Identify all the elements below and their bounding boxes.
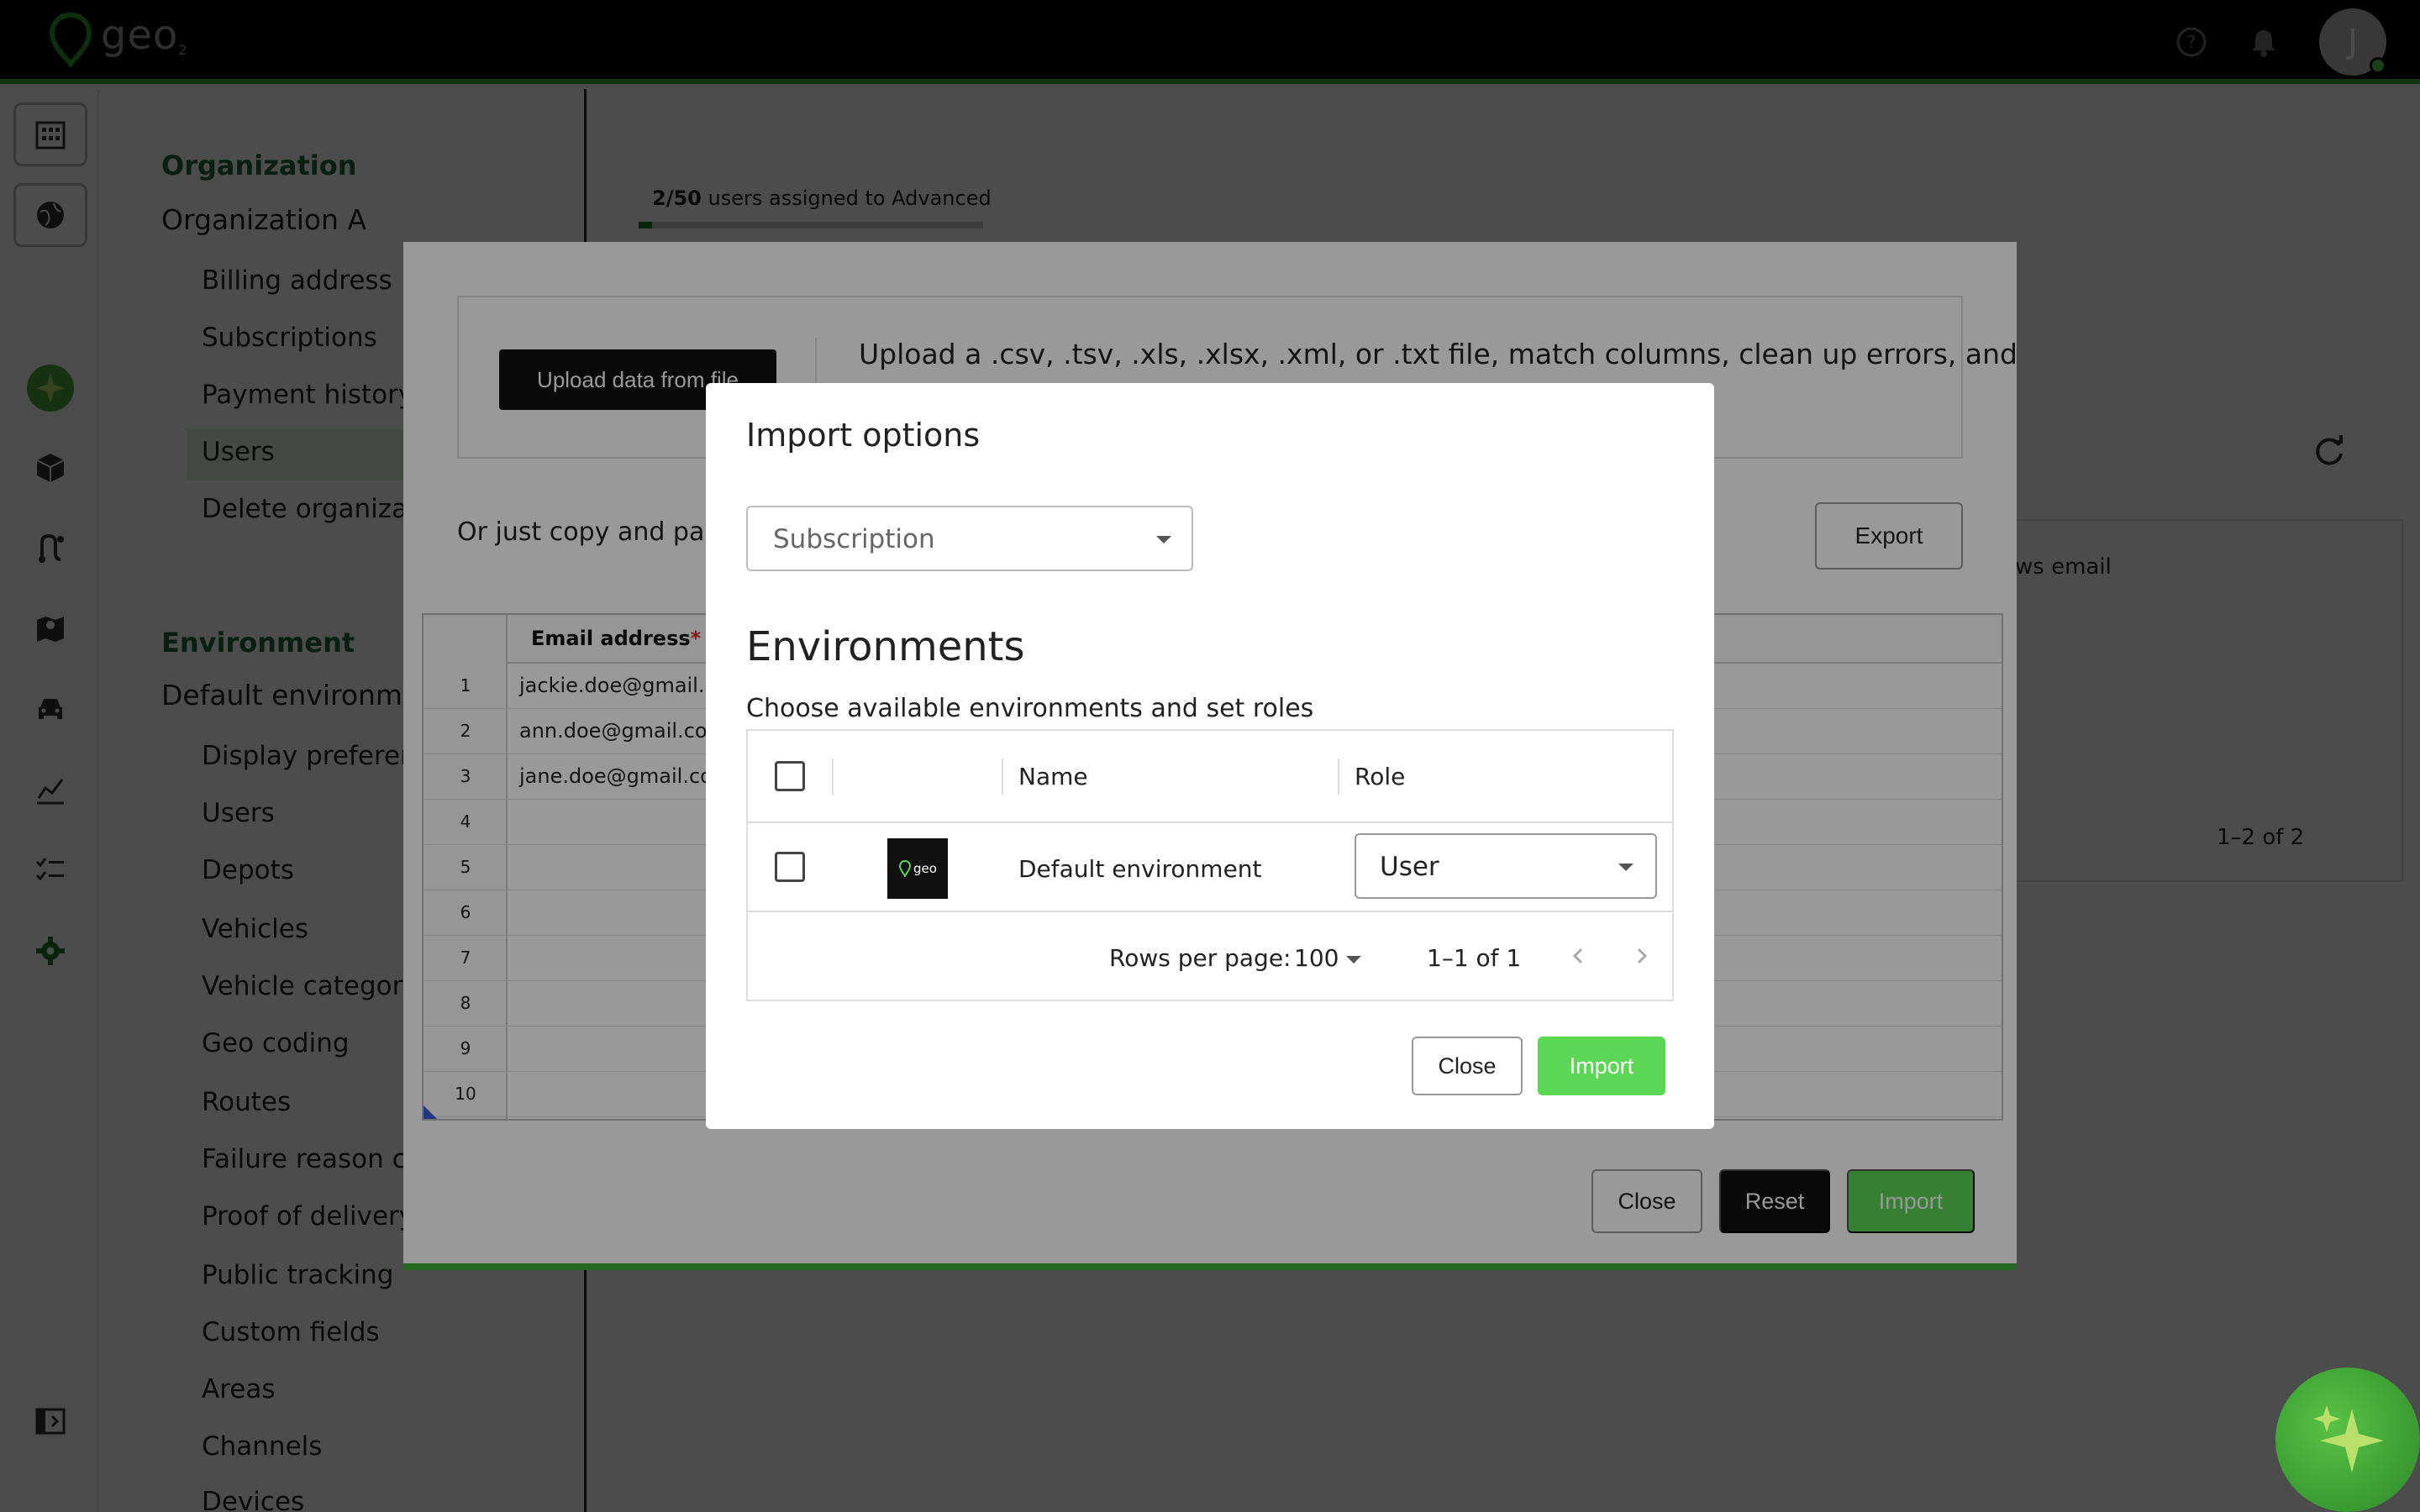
- environment-row[interactable]: geo Default environment User: [748, 823, 1672, 912]
- rows-per-page-select[interactable]: 100: [1294, 944, 1361, 972]
- subscription-select[interactable]: Subscription: [746, 506, 1193, 571]
- environments-subtitle: Choose available environments and set ro…: [746, 694, 1314, 723]
- table-pagination: Rows per page: 100 1–1 of 1: [748, 912, 1672, 1001]
- role-select[interactable]: User: [1355, 833, 1657, 899]
- environment-thumbnail: geo: [887, 838, 948, 899]
- environments-title: Environments: [746, 623, 1025, 670]
- next-page-icon[interactable]: [1628, 942, 1655, 969]
- geo-pin-icon: [899, 860, 912, 877]
- environments-table-header: Name Role: [748, 731, 1672, 823]
- environments-table: Name Role geo Default environment User R…: [746, 729, 1674, 1001]
- environment-name: Default environment: [1018, 855, 1262, 883]
- assistant-button[interactable]: [2275, 1368, 2420, 1512]
- chevron-down-icon: [1156, 536, 1171, 543]
- import-options-modal: Import options Subscription Environments…: [706, 383, 1714, 1129]
- pagination-range: 1–1 of 1: [1427, 944, 1522, 972]
- environment-row-checkbox[interactable]: [775, 852, 805, 882]
- rows-per-page-label: Rows per page:: [1109, 944, 1292, 972]
- subscription-placeholder: Subscription: [773, 524, 935, 554]
- modal-close-button[interactable]: Close: [1412, 1037, 1523, 1095]
- column-divider: [832, 759, 834, 795]
- role-value: User: [1380, 852, 1439, 882]
- name-column-header[interactable]: Name: [1018, 763, 1088, 790]
- chevron-down-icon: [1346, 956, 1361, 963]
- environment-thumbnail-text: geo: [913, 861, 937, 876]
- column-divider: [1002, 759, 1003, 795]
- column-divider: [1338, 759, 1339, 795]
- previous-page-icon[interactable]: [1565, 942, 1591, 969]
- modal-title: Import options: [746, 417, 981, 454]
- chevron-down-icon: [1618, 864, 1634, 871]
- rows-per-page-value: 100: [1294, 944, 1339, 972]
- role-column-header[interactable]: Role: [1355, 763, 1405, 790]
- select-all-checkbox[interactable]: [775, 761, 805, 791]
- sparkle-icon: [2313, 1405, 2384, 1473]
- modal-import-button[interactable]: Import: [1538, 1037, 1665, 1095]
